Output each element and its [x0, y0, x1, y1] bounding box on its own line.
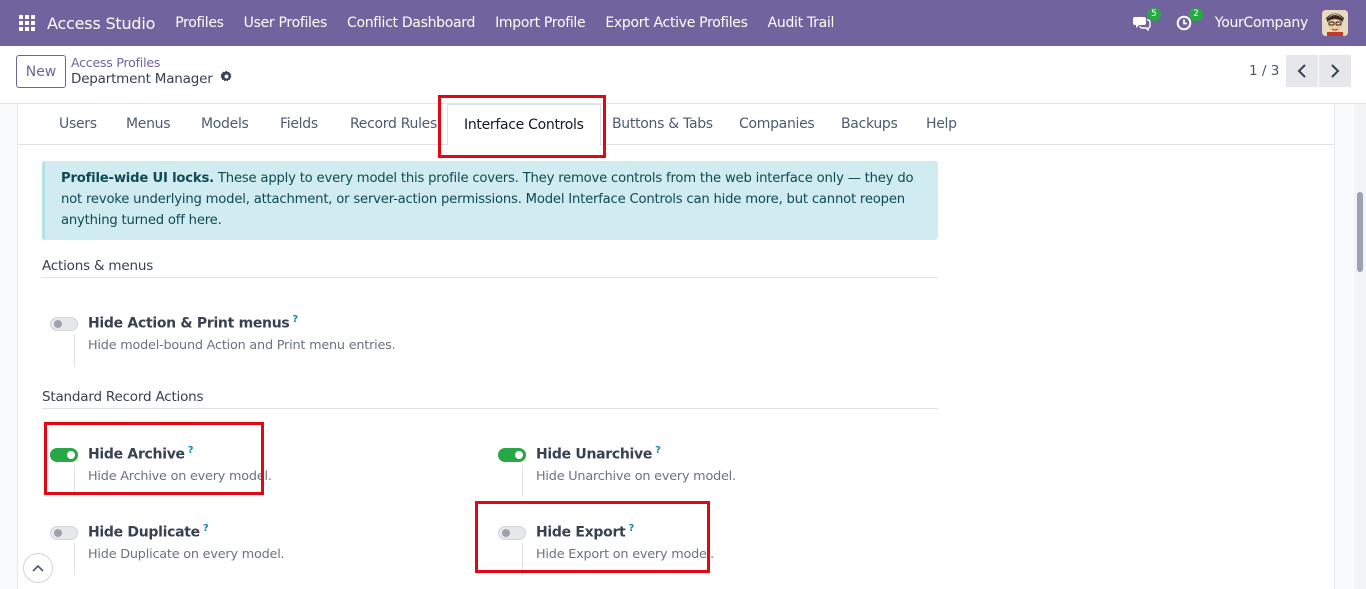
section-divider — [42, 408, 938, 409]
setting-description: Hide Unarchive on every model. — [536, 469, 736, 484]
setting-divider — [74, 543, 75, 575]
setting-title: Hide Unarchive? — [536, 445, 661, 463]
breadcrumb-parent[interactable]: Access Profiles — [71, 55, 160, 70]
scrollbar-thumb[interactable] — [1357, 192, 1363, 272]
activities-button[interactable]: 2 — [1173, 8, 1203, 34]
menu-user-profiles[interactable]: User Profiles — [244, 15, 328, 31]
highlight-hide-export — [475, 501, 710, 573]
top-navbar: Access Studio Profiles User Profiles Con… — [0, 0, 1366, 46]
menu-export-active-profiles[interactable]: Export Active Profiles — [605, 15, 748, 31]
breadcrumb-current: Department Manager — [71, 70, 233, 87]
page-scrollbar[interactable] — [1354, 104, 1366, 589]
tab-users[interactable]: Users — [59, 116, 97, 132]
scroll-top-button[interactable] — [23, 553, 53, 583]
tab-companies[interactable]: Companies — [739, 116, 815, 132]
tab-menus[interactable]: Menus — [126, 116, 171, 132]
notebook-tabs: Users Menus Models Fields Record Rules I… — [18, 104, 1334, 146]
tab-record-rules[interactable]: Record Rules — [350, 116, 437, 132]
company-switcher[interactable]: YourCompany — [1215, 15, 1309, 31]
hide-duplicate-toggle[interactable] — [50, 526, 78, 540]
pager-previous-button[interactable] — [1286, 55, 1318, 87]
messages-button[interactable]: 5 — [1131, 8, 1161, 34]
highlight-hide-archive — [44, 422, 264, 495]
menu-import-profile[interactable]: Import Profile — [495, 15, 586, 31]
chevron-right-icon — [1331, 64, 1340, 78]
tab-help[interactable]: Help — [926, 116, 957, 132]
messages-count-badge: 5 — [1147, 8, 1161, 21]
section-actions-menus: Actions & menus — [42, 258, 154, 274]
alert-bold-text: Profile-wide UI locks. — [61, 171, 214, 186]
setting-divider — [74, 334, 75, 366]
info-alert: Profile-wide UI locks. These apply to ev… — [42, 161, 938, 240]
chevron-left-icon — [1297, 64, 1306, 78]
section-divider — [42, 277, 938, 278]
setting-title: Hide Duplicate? — [88, 523, 209, 541]
user-avatar[interactable] — [1322, 10, 1348, 36]
new-button[interactable]: New — [16, 55, 66, 88]
hide-unarchive-toggle[interactable] — [498, 448, 526, 462]
chevron-up-icon — [32, 564, 44, 572]
hide-action-print-toggle[interactable] — [50, 317, 78, 331]
menu-profiles[interactable]: Profiles — [175, 15, 224, 31]
help-tooltip-icon[interactable]: ? — [655, 445, 661, 456]
pager-next-button[interactable] — [1319, 55, 1351, 87]
highlight-interface-controls-tab — [438, 95, 606, 158]
breadcrumb-current-label: Department Manager — [71, 70, 213, 87]
tab-models[interactable]: Models — [201, 116, 249, 132]
setting-description: Hide Duplicate on every model. — [88, 547, 285, 562]
apps-grid-icon[interactable] — [19, 15, 35, 31]
help-tooltip-icon[interactable]: ? — [292, 314, 298, 325]
setting-title: Hide Action & Print menus? — [88, 314, 298, 332]
gear-icon[interactable] — [219, 70, 233, 87]
setting-description: Hide model-bound Action and Print menu e… — [88, 338, 396, 353]
setting-divider — [522, 465, 523, 497]
tab-buttons-tabs[interactable]: Buttons & Tabs — [612, 116, 713, 132]
app-brand[interactable]: Access Studio — [47, 14, 155, 33]
help-tooltip-icon[interactable]: ? — [203, 523, 209, 534]
tab-backups[interactable]: Backups — [841, 116, 898, 132]
menu-audit-trail[interactable]: Audit Trail — [768, 15, 835, 31]
avatar-face-icon — [1322, 10, 1348, 36]
control-panel: New Access Profiles Department Manager 1… — [0, 46, 1366, 104]
menu-conflict-dashboard[interactable]: Conflict Dashboard — [347, 15, 475, 31]
pager-value[interactable]: 1 / 3 — [1249, 63, 1279, 79]
tab-fields[interactable]: Fields — [280, 116, 318, 132]
activities-count-badge: 2 — [1189, 8, 1203, 21]
section-standard-actions: Standard Record Actions — [42, 389, 204, 405]
